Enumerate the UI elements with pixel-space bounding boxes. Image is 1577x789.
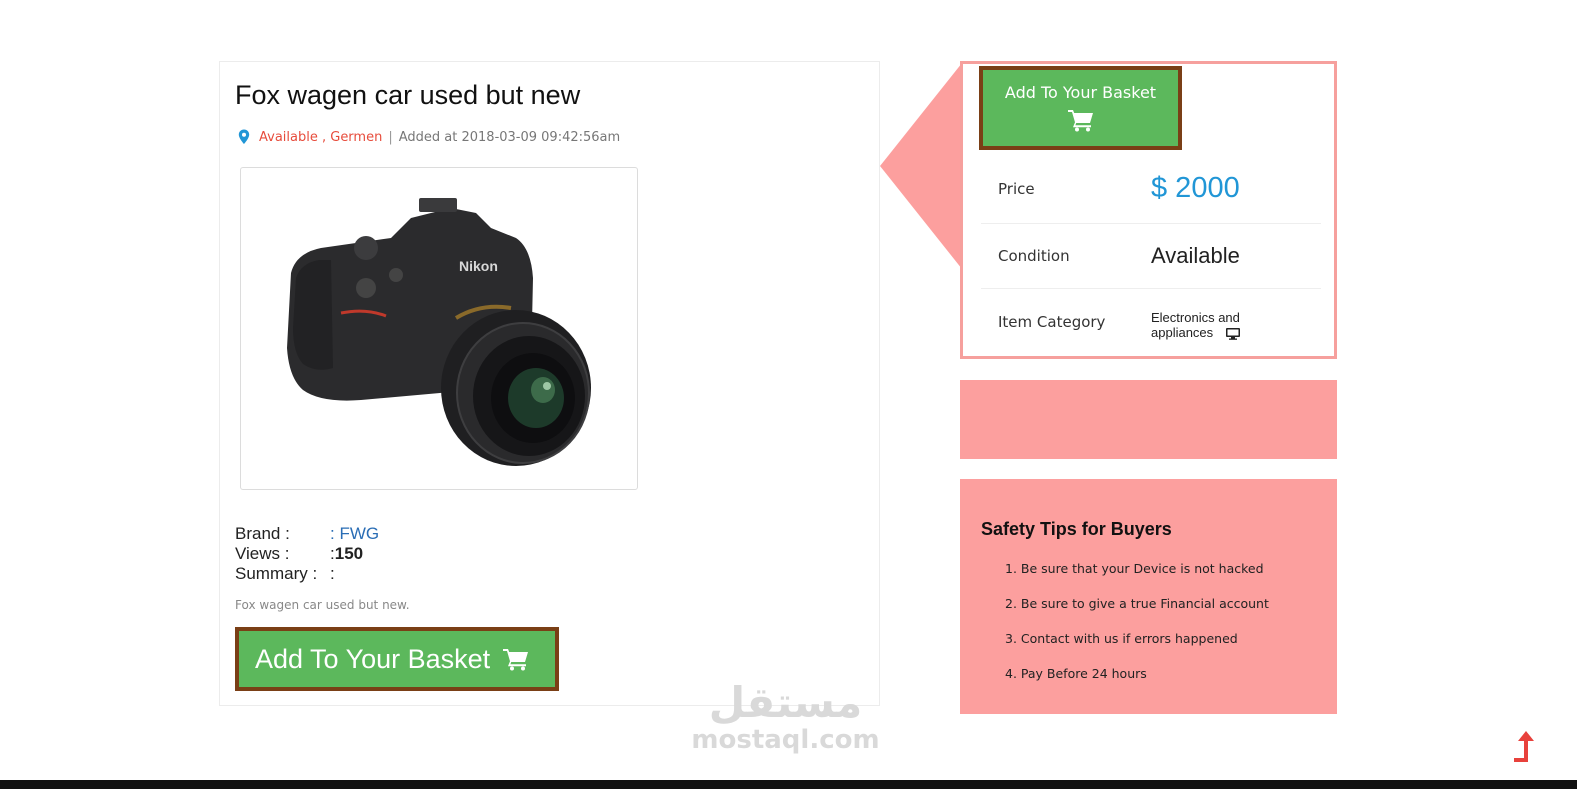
views-row: Views : : 150 — [235, 544, 379, 564]
brand-row: Brand : : FWG — [235, 524, 379, 544]
camera-brand-text: Nikon — [459, 258, 498, 274]
price-label: Price — [998, 179, 1035, 198]
product-title: Fox wagen car used but new — [235, 80, 581, 110]
brand-value-link[interactable]: : FWG — [330, 524, 379, 544]
watermark-arabic: مستقل — [708, 678, 863, 727]
add-to-basket-top-label: Add To Your Basket — [1004, 83, 1157, 102]
promo-box — [960, 380, 1337, 459]
condition-label: Condition — [998, 247, 1070, 265]
summary-text: Fox wagen car used but new. — [235, 598, 410, 612]
condition-value: Available — [1151, 243, 1240, 268]
category-label: Item Category — [998, 313, 1106, 331]
added-date: Added at 2018-03-09 09:42:56am — [398, 129, 621, 145]
price-panel: Add To Your Basket Price $ 2000 Conditio… — [960, 61, 1337, 359]
views-key: Views : — [235, 544, 290, 563]
summary-row: Summary : : — [235, 564, 379, 584]
safety-tips-list: 1. Be sure that your Device is not hacke… — [1005, 561, 1269, 701]
meta-separator: | — [388, 129, 393, 145]
product-panel: Fox wagen car used but new Available , G… — [219, 61, 880, 706]
safety-tip-item: 2. Be sure to give a true Financial acco… — [1005, 596, 1269, 611]
product-meta: Available , Germen | Added at 2018-03-09… — [235, 128, 620, 146]
product-page: Fox wagen car used but new Available , G… — [0, 0, 1577, 789]
brand-key: Brand : — [235, 524, 290, 543]
condition-row: Condition Available — [981, 224, 1321, 289]
safety-tip-item: 3. Contact with us if errors happened — [1005, 631, 1238, 646]
safety-tips-title: Safety Tips for Buyers — [981, 519, 1172, 539]
category-line-1: Electronics and — [1151, 309, 1240, 325]
location-status[interactable]: Available , Germen — [259, 130, 382, 145]
shopping-cart-icon — [503, 649, 529, 671]
watermark-latin: mostaql.com — [691, 725, 880, 755]
safety-tip-item: 4. Pay Before 24 hours — [1005, 666, 1147, 681]
desktop-monitor-icon — [1225, 328, 1240, 340]
price-row: Price $ 2000 — [981, 154, 1321, 224]
summary-key: Summary : — [235, 564, 318, 583]
camera-image: Nikon — [287, 198, 591, 466]
callout-pointer — [880, 63, 962, 269]
product-details: Brand : : FWG Views : : 150 Summary : : — [235, 524, 379, 584]
summary-colon: : — [330, 564, 335, 583]
add-to-basket-label: Add To Your Basket — [255, 643, 491, 674]
price-value: $ 2000 — [1151, 172, 1240, 204]
arrow-up-icon[interactable] — [1510, 730, 1540, 764]
product-image[interactable]: Nikon — [240, 167, 638, 490]
views-value: 150 — [334, 544, 364, 563]
bottom-bar — [0, 780, 1577, 789]
safety-tip-item: 1. Be sure that your Device is not hacke… — [1005, 561, 1264, 576]
map-pin-icon — [238, 129, 250, 144]
category-row: Item Category Electronics and appliances — [981, 289, 1321, 355]
shopping-cart-icon — [1067, 110, 1093, 132]
category-line-2: appliances — [1151, 324, 1214, 340]
add-to-basket-button-top[interactable]: Add To Your Basket — [979, 66, 1182, 150]
category-value[interactable]: Electronics and appliances — [1151, 310, 1241, 340]
safety-tips-box: Safety Tips for Buyers 1. Be sure that y… — [960, 479, 1337, 714]
add-to-basket-button[interactable]: Add To Your Basket — [235, 627, 559, 691]
mostaql-watermark: مستقل mostaql.com — [688, 678, 883, 755]
